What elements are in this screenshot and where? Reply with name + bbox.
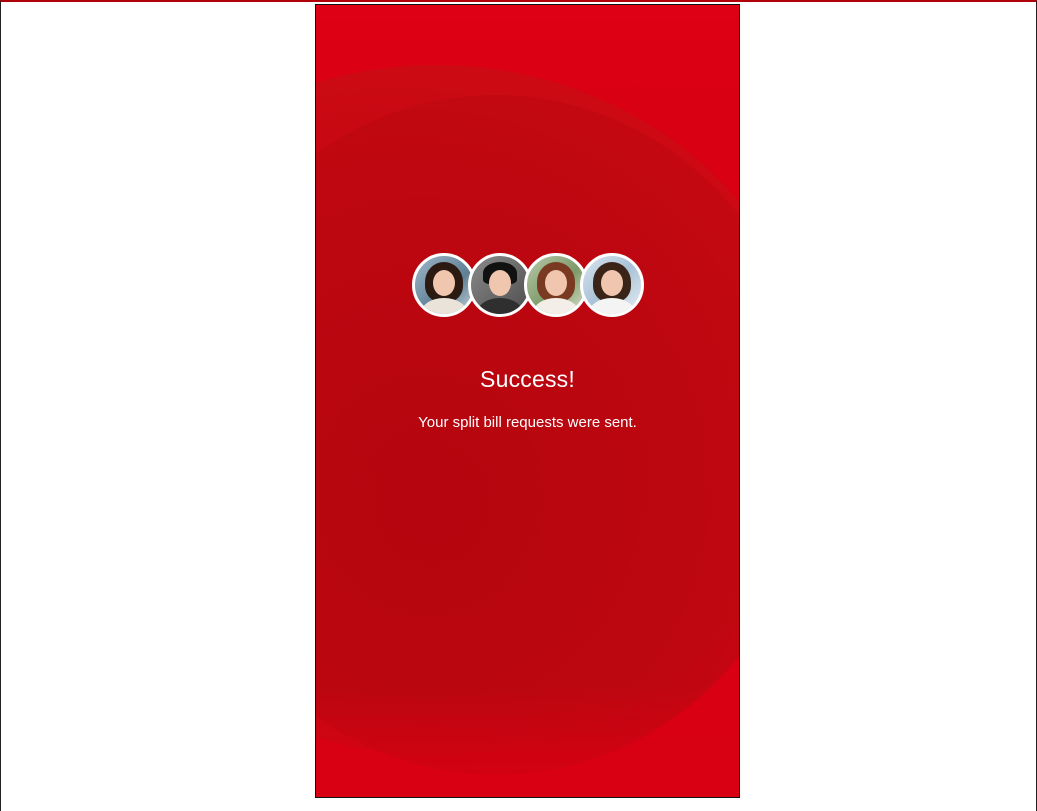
- avatar: [579, 253, 644, 317]
- avatar: [411, 253, 476, 317]
- avatar: [467, 253, 532, 317]
- success-message: Your split bill requests were sent.: [418, 414, 637, 431]
- background-bottom-gradient: [316, 687, 739, 797]
- recipient-avatars: [316, 253, 739, 319]
- background-swoosh-inner: [316, 95, 739, 775]
- avatar: [523, 253, 588, 317]
- success-screen: Success! Your split bill requests were s…: [315, 4, 740, 798]
- success-title: Success!: [480, 366, 575, 392]
